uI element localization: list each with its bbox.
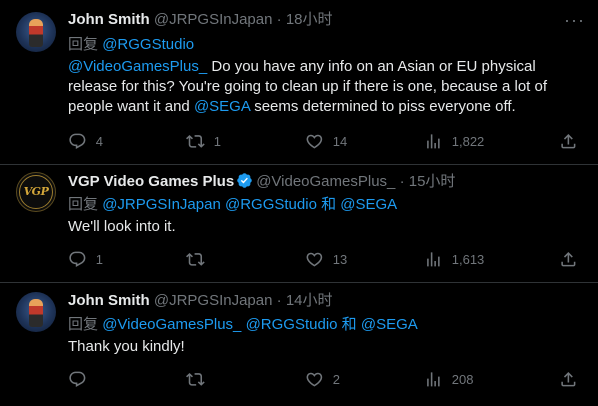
retweet-button[interactable]: 1 — [186, 131, 221, 151]
replying-to: 回复 @RGGStudio — [68, 35, 194, 55]
retweet-icon — [186, 252, 205, 266]
action-bar: 2 208 — [68, 369, 583, 389]
vgp-logo: VGP — [23, 185, 49, 198]
reply-prefix: 回复 — [68, 36, 99, 53]
share-button[interactable] — [559, 249, 578, 269]
reply-prefix: 回复 — [68, 316, 99, 333]
like-icon — [306, 252, 323, 267]
avatar[interactable]: VGP — [16, 172, 56, 212]
reply-count: 1 — [95, 251, 103, 267]
mention-link[interactable]: @RGGStudio — [102, 36, 194, 53]
author-handle[interactable]: @JRPGSInJapan — [154, 11, 273, 28]
like-icon — [306, 134, 323, 149]
action-bar: 1 13 1,613 — [68, 249, 583, 269]
reply-and: 和 — [321, 196, 337, 213]
reply-prefix: 回复 — [68, 196, 99, 213]
retweet-button[interactable] — [186, 249, 214, 269]
tweet-text: @VideoGamesPlus_ Do you have any info on… — [68, 57, 568, 117]
author-handle[interactable]: @VideoGamesPlus_ — [256, 173, 395, 190]
mention-link[interactable]: @SEGA — [340, 196, 397, 213]
mention-link[interactable]: @SEGA — [194, 98, 250, 115]
timestamp[interactable]: 18小时 — [286, 11, 333, 28]
avatar[interactable] — [16, 292, 56, 332]
share-button[interactable] — [559, 369, 578, 389]
mention-link[interactable]: @JRPGSInJapan — [102, 196, 221, 213]
replying-to: 回复 @VideoGamesPlus_ @RGGStudio 和 @SEGA — [68, 315, 418, 335]
mention-link[interactable]: @RGGStudio — [246, 316, 338, 333]
views-count: 208 — [451, 371, 474, 387]
author-name[interactable]: John Smith — [68, 11, 150, 28]
share-icon — [561, 251, 576, 267]
author-name[interactable]: VGP Video Games Plus — [68, 173, 234, 190]
share-icon — [561, 371, 576, 387]
mention-link[interactable]: @SEGA — [361, 316, 418, 333]
mention-link[interactable]: @RGGStudio — [225, 196, 317, 213]
retweet-icon — [186, 134, 205, 148]
timestamp[interactable]: 15小时 — [409, 173, 456, 190]
views-icon — [427, 133, 440, 149]
tweet-header: John Smith @JRPGSInJapan · 18小时 — [68, 10, 333, 30]
tweet-header: VGP Video Games Plus @VideoGamesPlus_ · 1… — [68, 172, 455, 192]
reply-count: 4 — [95, 133, 103, 149]
tweet-text-part: seems determined to piss everyone off. — [250, 98, 516, 115]
like-count: 14 — [332, 133, 348, 149]
mention-link[interactable]: @VideoGamesPlus_ — [102, 316, 241, 333]
separator: · — [276, 11, 282, 28]
reply-icon — [69, 133, 86, 149]
share-icon — [561, 133, 576, 149]
separator: · — [399, 173, 405, 190]
tweet-text: Thank you kindly! — [68, 338, 185, 355]
views-button[interactable]: 1,613 — [424, 249, 484, 269]
reply-icon — [69, 251, 86, 267]
views-icon — [427, 251, 440, 267]
tweet-2[interactable]: VGP VGP Video Games Plus @VideoGamesPlus_… — [0, 164, 598, 282]
avatar[interactable] — [16, 12, 56, 52]
tweet-text: We'll look into it. — [68, 218, 176, 235]
tweet-3[interactable]: John Smith @JRPGSInJapan · 14小时 回复 @Vide… — [0, 282, 598, 406]
tweet-1[interactable]: John Smith @JRPGSInJapan · 18小时 ··· 回复 @… — [0, 0, 598, 164]
action-bar: 4 1 14 1,822 — [68, 131, 583, 151]
like-count: 13 — [332, 251, 348, 267]
reply-and: 和 — [341, 316, 357, 333]
like-count: 2 — [332, 371, 340, 387]
views-button[interactable]: 208 — [424, 369, 473, 389]
share-button[interactable] — [559, 131, 578, 151]
author-handle[interactable]: @JRPGSInJapan — [154, 292, 273, 309]
timestamp[interactable]: 14小时 — [286, 292, 333, 309]
replying-to: 回复 @JRPGSInJapan @RGGStudio 和 @SEGA — [68, 195, 397, 215]
views-count: 1,613 — [451, 251, 485, 267]
author-name[interactable]: John Smith — [68, 292, 150, 309]
views-button[interactable]: 1,822 — [424, 131, 484, 151]
tweet-header: John Smith @JRPGSInJapan · 14小时 — [68, 291, 333, 311]
retweet-icon — [186, 372, 205, 386]
views-icon — [427, 371, 440, 387]
like-button[interactable]: 2 — [305, 369, 340, 389]
retweet-button[interactable] — [186, 369, 214, 389]
reply-button[interactable]: 1 — [68, 249, 103, 269]
like-button[interactable]: 13 — [305, 249, 347, 269]
reply-button[interactable]: 4 — [68, 131, 103, 151]
retweet-count: 1 — [213, 133, 221, 149]
views-count: 1,822 — [451, 133, 485, 149]
separator: · — [276, 292, 282, 309]
mention-link[interactable]: @VideoGamesPlus_ — [68, 58, 207, 75]
like-button[interactable]: 14 — [305, 131, 347, 151]
like-icon — [306, 372, 323, 387]
verified-icon[interactable] — [236, 172, 253, 189]
reply-button[interactable] — [68, 369, 96, 389]
reply-icon — [69, 371, 86, 387]
more-icon[interactable]: ··· — [564, 11, 584, 34]
